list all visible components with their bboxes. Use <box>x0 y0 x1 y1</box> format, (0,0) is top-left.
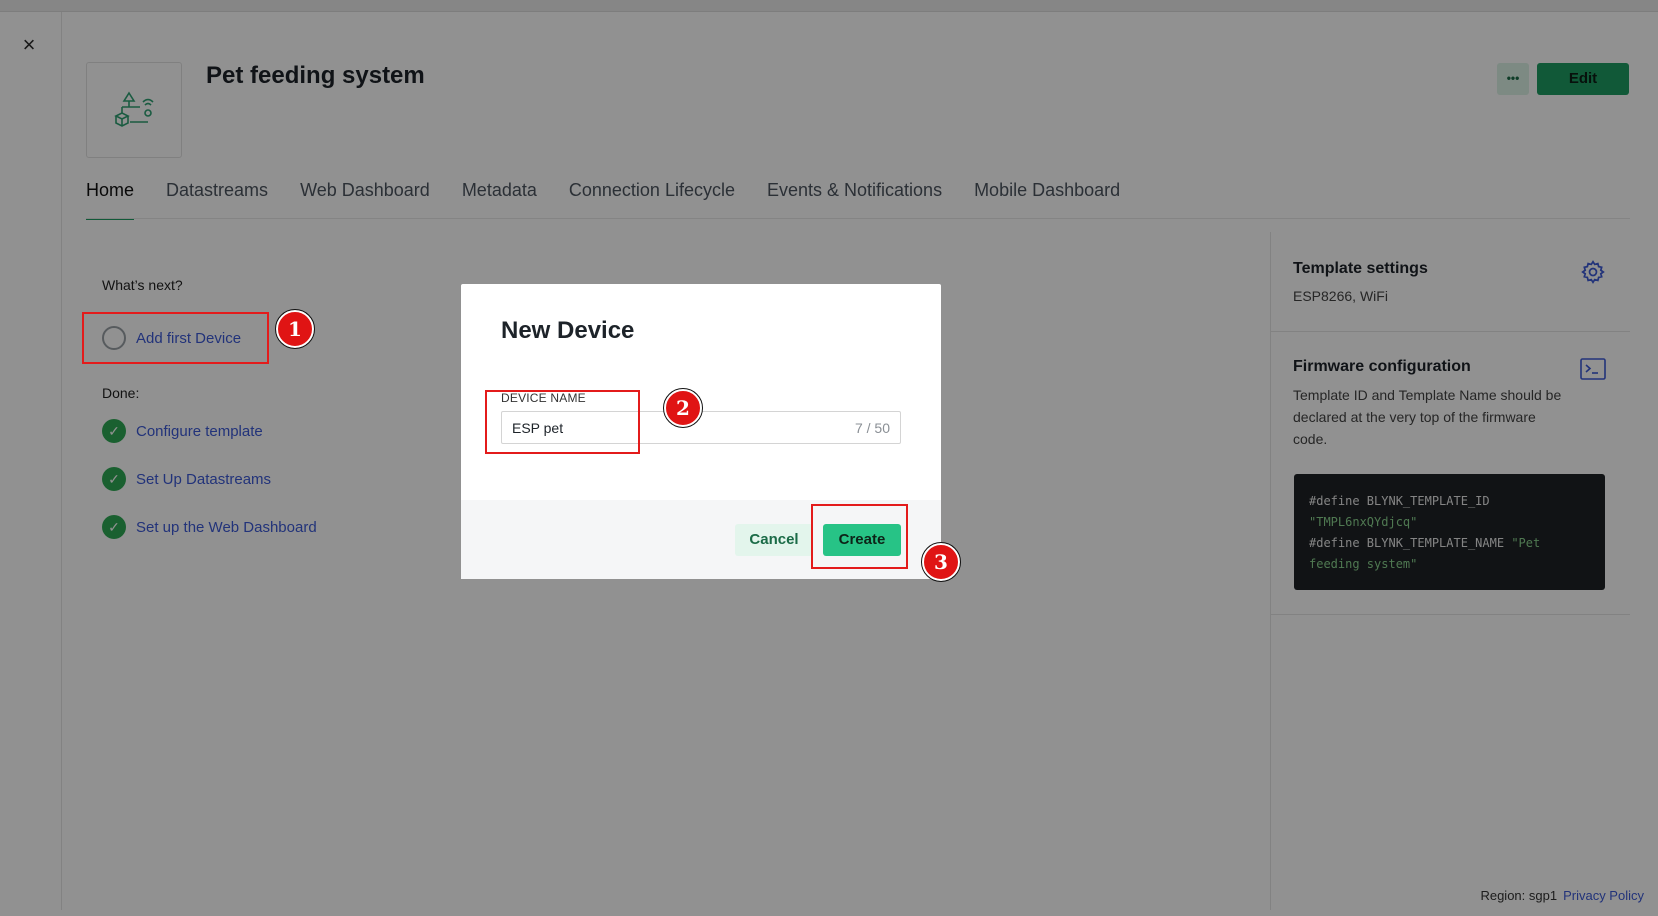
annotation-box-3 <box>811 504 908 569</box>
annotation-box-2 <box>485 390 640 454</box>
dialog-title: New Device <box>501 317 635 344</box>
character-counter: 7 / 50 <box>854 420 890 436</box>
annotation-marker-2: 2 <box>663 388 703 428</box>
annotation-box-1 <box>82 312 269 364</box>
cancel-button[interactable]: Cancel <box>735 524 813 556</box>
annotation-marker-3: 3 <box>921 542 961 582</box>
annotation-marker-1: 1 <box>275 309 315 349</box>
